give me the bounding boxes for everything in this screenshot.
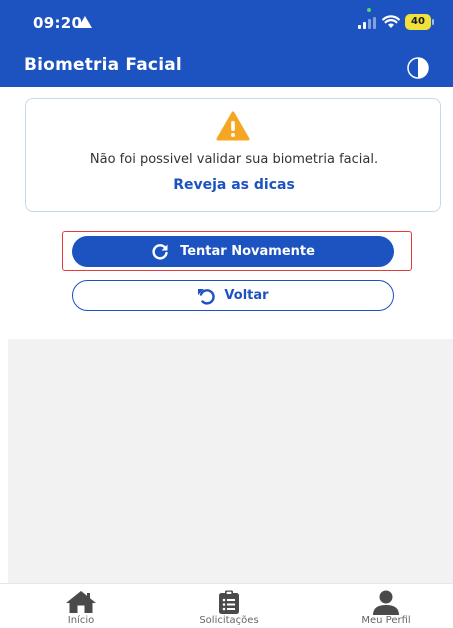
content-area (8, 339, 453, 583)
battery-cap (432, 19, 434, 25)
nav-label-solicitacoes: Solicitações (199, 615, 259, 626)
location-arrow-icon (78, 16, 92, 28)
status-time: 09:20 (33, 14, 83, 32)
warning-icon (216, 111, 250, 141)
back-button[interactable]: Voltar (72, 280, 394, 311)
status-bar: 09:20 40 (0, 0, 453, 42)
wifi-icon (382, 15, 400, 28)
nav-item-solicitacoes[interactable]: Solicitações (187, 584, 271, 628)
battery-level: 40 (411, 16, 425, 27)
page-title: Biometria Facial (24, 55, 182, 75)
alert-message: Não foi possivel validar sua biometria f… (89, 152, 379, 167)
back-label: Voltar (224, 288, 269, 303)
nav-item-meu-perfil[interactable]: Meu Perfil (351, 584, 421, 628)
retry-label: Tentar Novamente (180, 244, 315, 259)
battery-icon: 40 (405, 14, 435, 30)
bottom-nav: Início Solicitações Meu Perfil (0, 583, 453, 628)
nav-label-meu-perfil: Meu Perfil (361, 615, 411, 626)
user-icon (373, 590, 399, 615)
refresh-icon (152, 243, 168, 259)
header: 09:20 40 Biometria Facial (0, 0, 453, 87)
home-icon (66, 591, 96, 613)
app-bar: Biometria Facial (0, 42, 453, 87)
nav-item-inicio[interactable]: Início (48, 584, 114, 628)
signal-icon (358, 17, 376, 29)
retry-button[interactable]: Tentar Novamente (72, 236, 394, 267)
clipboard-list-icon (219, 590, 239, 614)
undo-icon (198, 288, 216, 305)
alert-card: Não foi possivel validar sua biometria f… (25, 98, 441, 212)
contrast-icon[interactable] (406, 56, 430, 80)
app-screen: 09:20 40 Biometria Facial Não foi possiv… (0, 0, 453, 628)
nav-label-inicio: Início (67, 615, 95, 626)
review-tips-link[interactable]: Reveja as dicas (26, 177, 442, 193)
privacy-indicator-dot (367, 8, 371, 12)
